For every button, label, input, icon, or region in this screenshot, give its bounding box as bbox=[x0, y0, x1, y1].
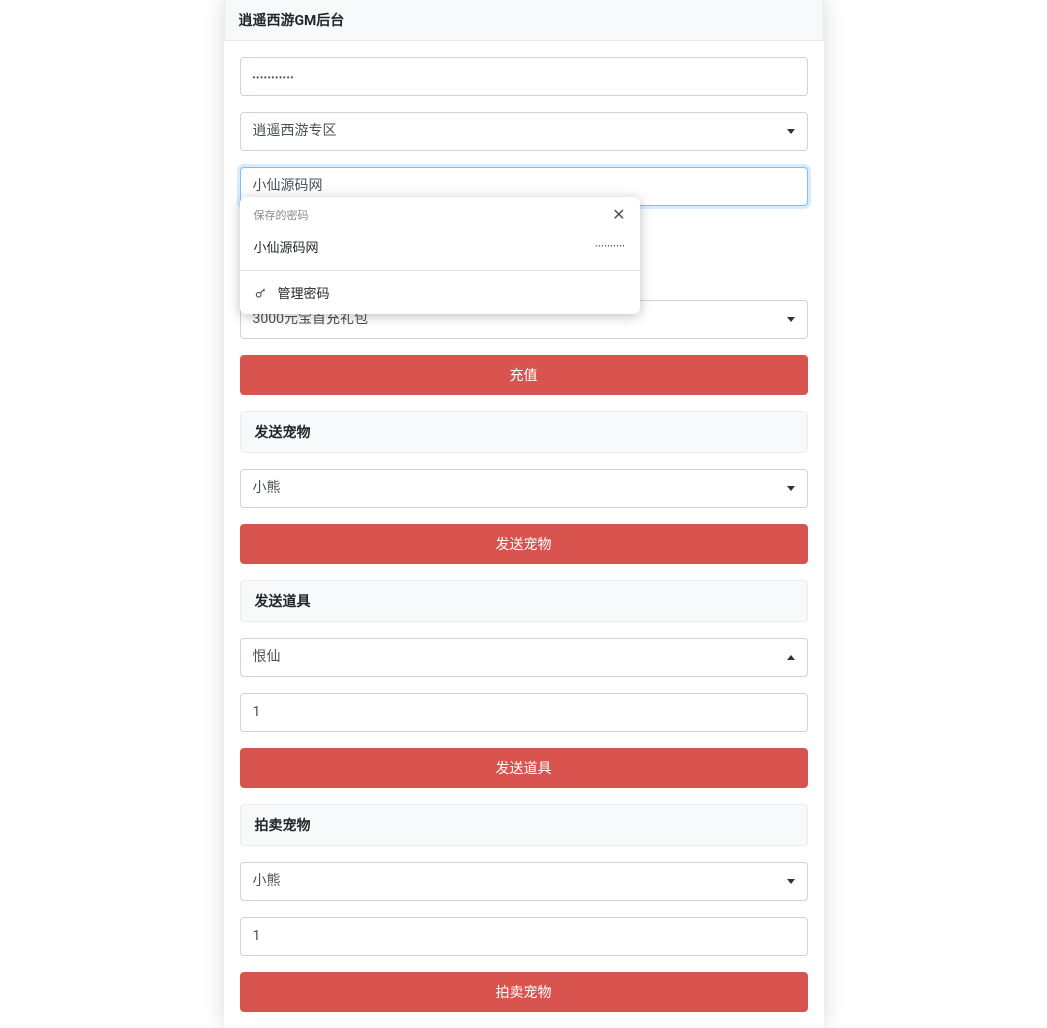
password-input[interactable]: ••••••••••• bbox=[240, 57, 808, 96]
manage-passwords-button[interactable]: 管理密码 bbox=[240, 271, 640, 314]
password-manager-popup: 保存的密码 ✕ 小仙源码网 •••••••••• 管理密码 bbox=[240, 197, 640, 314]
saved-password-item[interactable]: 小仙源码网 •••••••••• bbox=[240, 227, 640, 270]
send-item-button[interactable]: 发送道具 bbox=[240, 748, 808, 788]
popup-title: 保存的密码 bbox=[254, 207, 309, 223]
auction-pet-quantity-value: 1 bbox=[253, 928, 261, 944]
recharge-button[interactable]: 充值 bbox=[240, 355, 808, 395]
admin-panel: 逍遥西游GM后台 ••••••••••• 逍遥西游专区 小仙源码网 保存的密码 … bbox=[224, 0, 824, 1028]
saved-password-dots: •••••••••• bbox=[595, 243, 625, 250]
saved-username: 小仙源码网 bbox=[254, 237, 319, 256]
auction-pet-select[interactable]: 小熊 bbox=[240, 862, 808, 901]
send-pet-button[interactable]: 发送宠物 bbox=[240, 524, 808, 564]
auction-pet-value: 小熊 bbox=[253, 871, 281, 892]
chevron-up-icon bbox=[787, 655, 795, 660]
send-item-quantity-value: 1 bbox=[253, 704, 261, 720]
send-item-select[interactable]: 恨仙 bbox=[240, 638, 808, 677]
auction-pet-button[interactable]: 拍卖宠物 bbox=[240, 972, 808, 1012]
region-value: 逍遥西游专区 bbox=[253, 121, 337, 142]
chevron-down-icon bbox=[787, 129, 795, 134]
region-select[interactable]: 逍遥西游专区 bbox=[240, 112, 808, 151]
auction-pet-section-title: 拍卖宠物 bbox=[240, 804, 808, 846]
chevron-down-icon bbox=[787, 879, 795, 884]
password-value: ••••••••••• bbox=[253, 73, 295, 82]
close-icon[interactable]: ✕ bbox=[612, 207, 625, 223]
send-item-value: 恨仙 bbox=[253, 647, 281, 668]
key-icon bbox=[254, 286, 268, 300]
popup-header: 保存的密码 ✕ bbox=[240, 197, 640, 227]
chevron-down-icon bbox=[787, 317, 795, 322]
send-pet-select[interactable]: 小熊 bbox=[240, 469, 808, 508]
page-title: 逍遥西游GM后台 bbox=[224, 0, 824, 41]
username-value: 小仙源码网 bbox=[253, 178, 323, 194]
send-item-section-title: 发送道具 bbox=[240, 580, 808, 622]
content-area: ••••••••••• 逍遥西游专区 小仙源码网 保存的密码 ✕ 小仙源码网 •… bbox=[224, 41, 824, 1028]
send-item-quantity-input[interactable]: 1 bbox=[240, 693, 808, 732]
send-pet-value: 小熊 bbox=[253, 478, 281, 499]
manage-passwords-label: 管理密码 bbox=[278, 283, 330, 302]
send-pet-section-title: 发送宠物 bbox=[240, 411, 808, 453]
auction-pet-quantity-input[interactable]: 1 bbox=[240, 917, 808, 956]
chevron-down-icon bbox=[787, 486, 795, 491]
